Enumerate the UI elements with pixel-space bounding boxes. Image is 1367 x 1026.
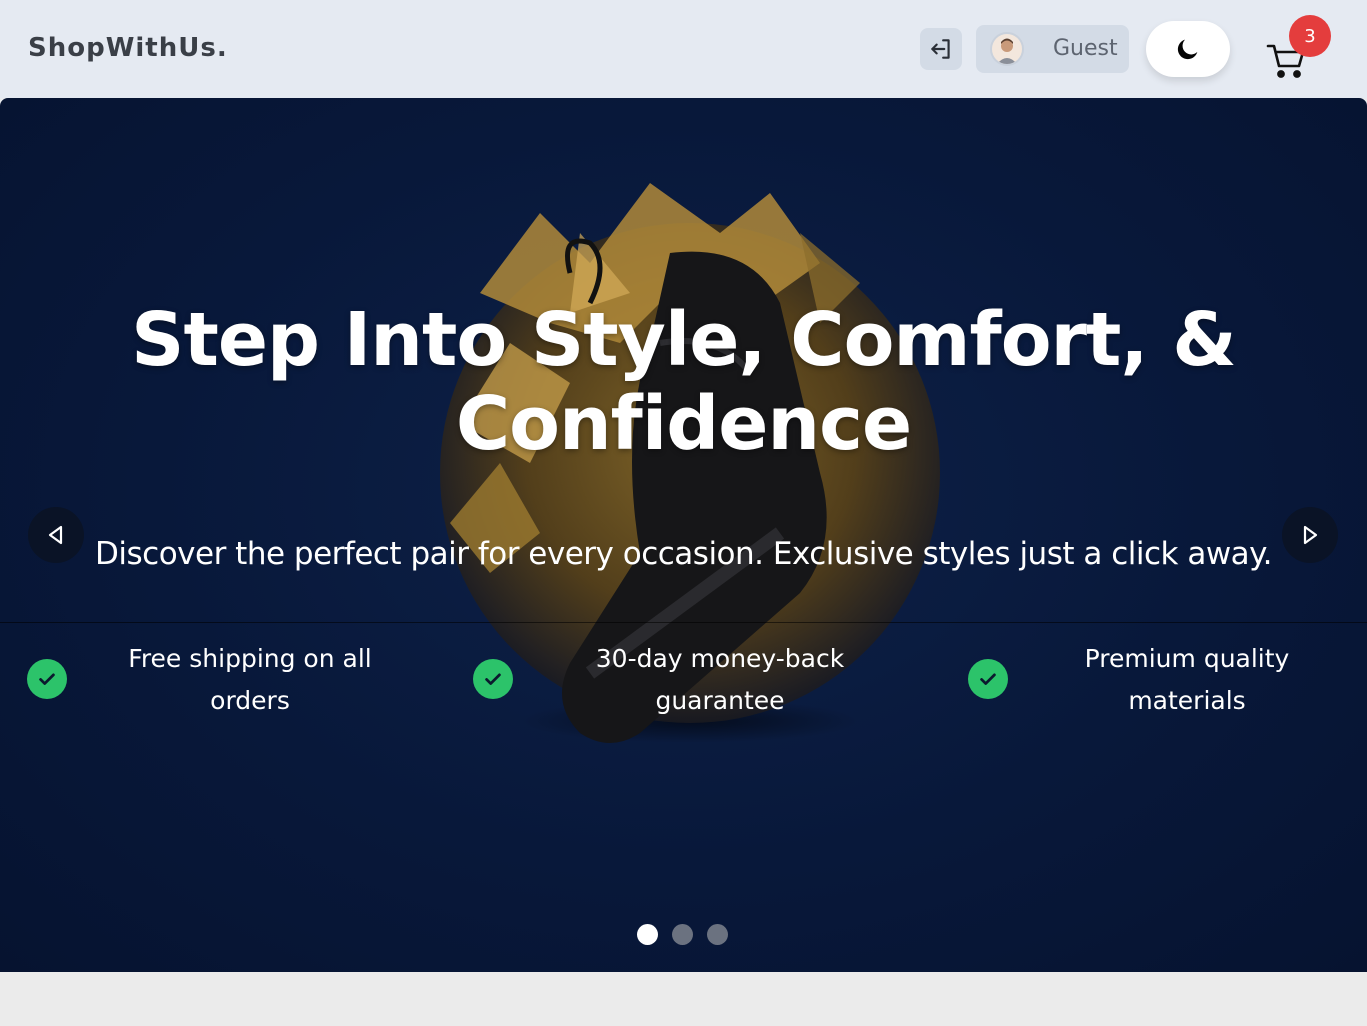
chevron-left-icon <box>48 525 63 545</box>
hero-carousel: Step Into Style, Comfort, & Confidence D… <box>0 98 1367 972</box>
page-content-area <box>0 972 1367 1026</box>
feature-money-back: 30-day money-back guarantee <box>473 638 893 724</box>
carousel-indicators <box>637 924 737 946</box>
carousel-prev-button[interactable] <box>28 507 84 563</box>
carousel-dot-1[interactable] <box>637 924 658 945</box>
carousel-dot-3[interactable] <box>707 924 728 945</box>
feature-premium-quality: Premium quality materials <box>968 638 1348 724</box>
logout-button[interactable] <box>920 28 962 70</box>
check-icon <box>473 659 513 699</box>
moon-icon <box>1177 39 1198 60</box>
feature-free-shipping: Free shipping on all orders <box>27 638 447 724</box>
hero-subtitle: Discover the perfect pair for every occa… <box>95 536 1272 572</box>
user-name: Guest <box>1053 36 1118 61</box>
avatar-icon <box>990 32 1024 66</box>
logout-icon <box>931 39 950 59</box>
cart-count-badge: 3 <box>1289 15 1331 57</box>
feature-label: Premium quality materials <box>1084 644 1290 715</box>
check-icon <box>968 659 1008 699</box>
check-icon <box>27 659 67 699</box>
user-menu[interactable]: Guest <box>976 25 1129 73</box>
carousel-dot-2[interactable] <box>672 924 693 945</box>
carousel-next-button[interactable] <box>1282 507 1338 563</box>
feature-label: 30-day money-back guarantee <box>595 644 845 715</box>
theme-toggle-button[interactable] <box>1146 21 1230 77</box>
brand-logo[interactable]: ShopWithUs. <box>28 33 228 63</box>
feature-label: Free shipping on all orders <box>128 644 372 715</box>
chevron-right-icon <box>1303 525 1318 545</box>
hero-divider <box>0 622 1367 623</box>
hero-title: Step Into Style, Comfort, & Confidence <box>131 297 1237 467</box>
top-navbar: ShopWithUs. Guest 3 <box>0 0 1367 98</box>
